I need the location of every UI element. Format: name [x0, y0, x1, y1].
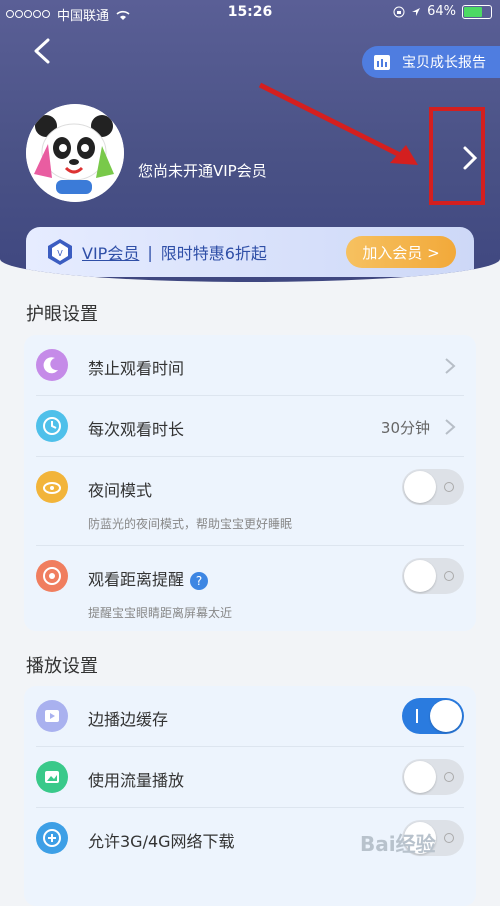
status-bar: 中国联通 15:26 64%	[0, 0, 500, 26]
growth-report-button[interactable]: 宝贝成长报告	[362, 46, 500, 78]
vip-member-label[interactable]: VIP会员	[82, 240, 139, 264]
chevron-right-icon	[445, 358, 456, 374]
promo-text: 限时特惠6折起	[160, 244, 267, 263]
vip-status-text[interactable]: 您尚未开通VIP会员	[138, 160, 267, 181]
list-item-cellular-play: 使用流量播放	[36, 747, 464, 808]
battery-icon	[462, 4, 492, 19]
list-item-distance-reminder: 观看距离提醒? 提醒宝宝眼睛距离屏幕太近	[36, 546, 464, 634]
forbidden-time-label: 禁止观看时间	[88, 359, 185, 378]
back-button[interactable]	[30, 38, 56, 64]
list-item-watch-duration[interactable]: 每次观看时长 30分钟	[36, 396, 464, 457]
banner-separator: |	[147, 242, 153, 262]
list-item-forbidden-time[interactable]: 禁止观看时间	[36, 335, 464, 396]
night-mode-toggle[interactable]	[402, 469, 464, 505]
play-settings-card: 边播边缓存 使用流量播放 允许3G/4G网络下载	[24, 686, 476, 906]
cache-while-play-toggle[interactable]	[402, 698, 464, 734]
cellular-play-label: 使用流量播放	[88, 771, 185, 790]
cache-while-play-label: 边播边缓存	[88, 710, 169, 729]
play-settings-title: 播放设置	[26, 656, 98, 677]
vip-badge-icon: V	[48, 239, 72, 265]
watermark: Bai经验	[360, 832, 436, 856]
growth-report-label: 宝贝成长报告	[402, 55, 486, 71]
list-item-night-mode: 夜间模式 防蓝光的夜间模式，帮助宝宝更好睡眠	[36, 457, 464, 546]
join-membership-button[interactable]: 加入会员 >	[346, 236, 456, 268]
image-icon	[36, 761, 68, 793]
chevron-right-icon	[445, 419, 456, 435]
avatar[interactable]	[26, 104, 124, 202]
night-mode-label: 夜间模式	[88, 481, 153, 500]
eye-settings-title: 护眼设置	[26, 304, 98, 325]
cellular-play-toggle[interactable]	[402, 759, 464, 795]
distance-reminder-description: 提醒宝宝眼睛距离屏幕太近	[88, 606, 233, 620]
annotation-arrow	[258, 82, 418, 165]
profile-header: 中国联通 15:26 64% 宝贝成长报告 您尚未开通VIP会员 V VIP会员…	[0, 0, 500, 282]
eye-settings-card: 禁止观看时间 每次观看时长 30分钟 夜间模式 防蓝光的夜间模式，帮助宝宝更好睡…	[24, 335, 476, 631]
distance-reminder-label: 观看距离提醒?	[88, 566, 209, 590]
cellular-download-label: 允许3G/4G网络下载	[88, 832, 235, 851]
target-icon	[36, 560, 68, 592]
video-icon	[36, 700, 68, 732]
moon-icon	[36, 349, 68, 381]
battery-percent: 64%	[427, 4, 456, 19]
vip-banner[interactable]: V VIP会员 | 限时特惠6折起 加入会员 >	[26, 227, 474, 277]
network-icon	[36, 822, 68, 854]
report-icon	[374, 55, 390, 70]
panda-avatar-icon	[26, 104, 124, 202]
svg-text:V: V	[57, 249, 63, 258]
eye-icon	[36, 471, 68, 503]
rotation-lock-icon	[393, 6, 405, 17]
clock-icon	[36, 410, 68, 442]
watch-duration-label: 每次观看时长	[88, 420, 185, 439]
location-icon	[412, 7, 421, 16]
watch-duration-value: 30分钟	[380, 419, 430, 437]
help-icon[interactable]: ?	[190, 571, 209, 590]
distance-reminder-toggle[interactable]	[402, 558, 464, 594]
profile-chevron-icon[interactable]	[460, 144, 480, 172]
night-mode-description: 防蓝光的夜间模式，帮助宝宝更好睡眠	[88, 517, 293, 531]
list-item-cache-while-play: 边播边缓存	[36, 686, 464, 747]
